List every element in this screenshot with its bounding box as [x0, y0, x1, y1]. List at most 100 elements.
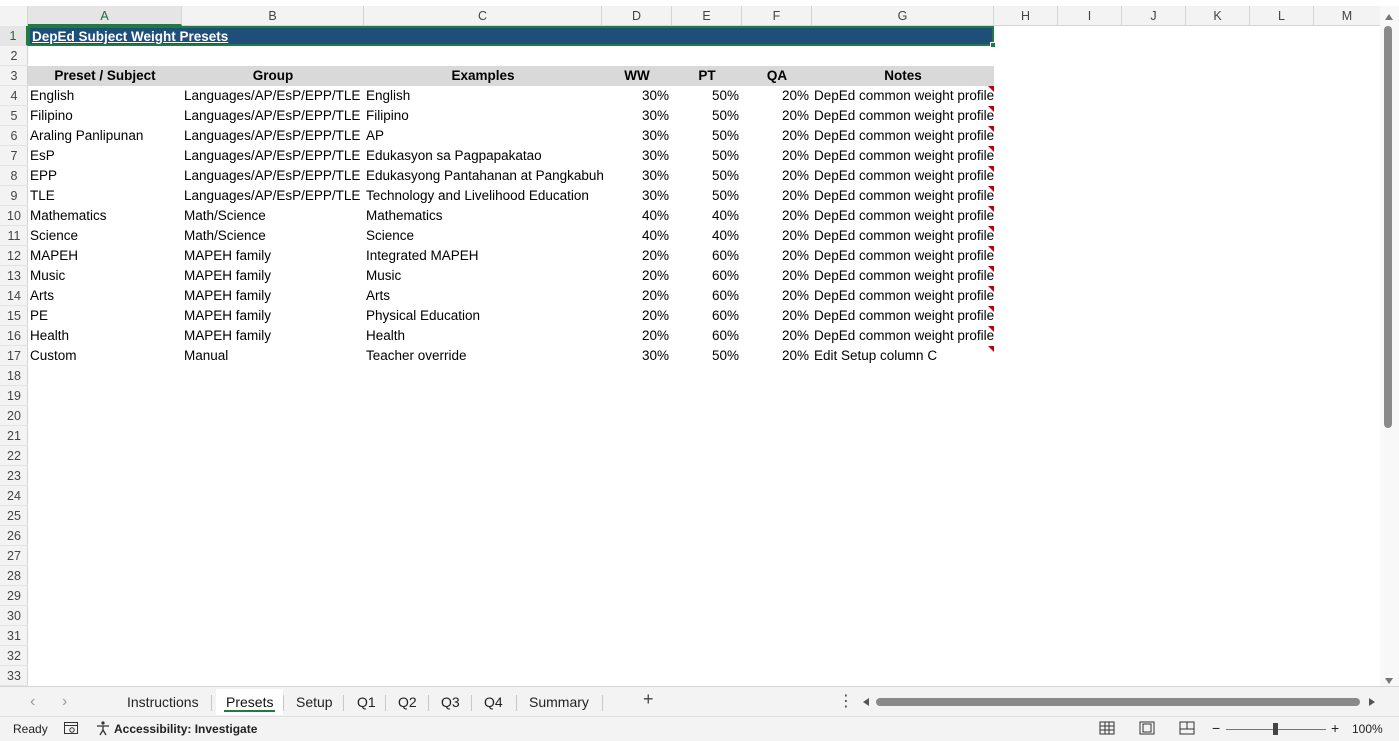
cell-pt[interactable]: 50% — [672, 146, 742, 166]
cell-pt[interactable]: 60% — [672, 246, 742, 266]
col-header-a[interactable]: A — [28, 6, 182, 26]
row-header-11[interactable]: 11 — [0, 226, 28, 246]
cell-ww[interactable]: 20% — [602, 246, 672, 266]
cell-examples[interactable]: Mathematics — [364, 206, 602, 226]
col-header-g[interactable]: G — [812, 6, 994, 26]
row-header-26[interactable]: 26 — [0, 526, 28, 546]
comment-indicator-icon[interactable] — [988, 186, 994, 192]
cell-ww[interactable]: 30% — [602, 166, 672, 186]
header-group[interactable]: Group — [182, 66, 364, 86]
cell-preset-subject[interactable]: Mathematics — [28, 206, 182, 226]
comment-indicator-icon[interactable] — [988, 226, 994, 232]
cell-preset-subject[interactable]: EPP — [28, 166, 182, 186]
col-header-m[interactable]: M — [1314, 6, 1380, 26]
cell-notes[interactable]: DepEd common weight profile — [812, 246, 994, 266]
cell-group[interactable]: Languages/AP/EsP/EPP/TLE — [182, 146, 364, 166]
header-preset-subject[interactable]: Preset / Subject — [28, 66, 182, 86]
cell-preset-subject[interactable]: MAPEH — [28, 246, 182, 266]
row-header-1[interactable]: 1 — [0, 26, 28, 46]
row-header-23[interactable]: 23 — [0, 466, 28, 486]
cell-pt[interactable]: 40% — [672, 226, 742, 246]
title-cell[interactable]: DepEd Subject Weight Presets — [28, 26, 994, 46]
cell-preset-subject[interactable]: Custom — [28, 346, 182, 366]
cell-notes[interactable]: DepEd common weight profile — [812, 166, 994, 186]
cell-group[interactable]: Languages/AP/EsP/EPP/TLE — [182, 106, 364, 126]
tab-presets[interactable]: Presets — [216, 689, 284, 715]
comment-indicator-icon[interactable] — [988, 306, 994, 312]
cell-ww[interactable]: 30% — [602, 186, 672, 206]
cell-group[interactable]: MAPEH family — [182, 246, 364, 266]
comment-indicator-icon[interactable] — [988, 126, 994, 132]
cell-pt[interactable]: 60% — [672, 306, 742, 326]
row-header-3[interactable]: 3 — [0, 66, 28, 86]
comment-indicator-icon[interactable] — [988, 166, 994, 172]
cell-notes[interactable]: DepEd common weight profile — [812, 306, 994, 326]
cell-preset-subject[interactable]: Health — [28, 326, 182, 346]
row-header-31[interactable]: 31 — [0, 626, 28, 646]
row-header-6[interactable]: 6 — [0, 126, 28, 146]
cell-preset-subject[interactable]: English — [28, 86, 182, 106]
row-header-19[interactable]: 19 — [0, 386, 28, 406]
cell-ww[interactable]: 30% — [602, 126, 672, 146]
cell-qa[interactable]: 20% — [742, 186, 812, 206]
row-header-13[interactable]: 13 — [0, 266, 28, 286]
header-notes[interactable]: Notes — [812, 66, 994, 86]
tab-q1[interactable]: Q1 — [347, 689, 386, 715]
row-header-18[interactable]: 18 — [0, 366, 28, 386]
cell-qa[interactable]: 20% — [742, 126, 812, 146]
comment-indicator-icon[interactable] — [988, 326, 994, 332]
header-ww[interactable]: WW — [602, 66, 672, 86]
comment-indicator-icon[interactable] — [988, 346, 994, 352]
cell-notes[interactable]: DepEd common weight profile — [812, 286, 994, 306]
macro-record-icon[interactable] — [63, 720, 79, 739]
page-break-view-icon[interactable] — [1179, 721, 1195, 735]
accessibility-icon[interactable] — [95, 720, 111, 739]
row-header-9[interactable]: 9 — [0, 186, 28, 206]
cell-group[interactable]: Languages/AP/EsP/EPP/TLE — [182, 186, 364, 206]
tab-q4[interactable]: Q4 — [474, 689, 513, 715]
cell-pt[interactable]: 50% — [672, 166, 742, 186]
prev-sheet-icon[interactable]: ‹ — [30, 693, 35, 711]
cell-qa[interactable]: 20% — [742, 166, 812, 186]
cell-ww[interactable]: 30% — [602, 146, 672, 166]
cell-examples[interactable]: Science — [364, 226, 602, 246]
cell-examples[interactable]: AP — [364, 126, 602, 146]
tab-q2[interactable]: Q2 — [388, 689, 427, 715]
cell-examples[interactable]: Arts — [364, 286, 602, 306]
cell-examples[interactable]: Health — [364, 326, 602, 346]
row-header-10[interactable]: 10 — [0, 206, 28, 226]
row-header-30[interactable]: 30 — [0, 606, 28, 626]
col-header-f[interactable]: F — [742, 6, 812, 26]
more-options-icon[interactable]: ⋮ — [838, 691, 854, 711]
normal-view-icon[interactable] — [1099, 721, 1115, 735]
col-header-l[interactable]: L — [1250, 6, 1314, 26]
cell-pt[interactable]: 40% — [672, 206, 742, 226]
col-header-h[interactable]: H — [994, 6, 1058, 26]
cell-group[interactable]: Manual — [182, 346, 364, 366]
cell-notes[interactable]: DepEd common weight profile — [812, 226, 994, 246]
cell-notes[interactable]: DepEd common weight profile — [812, 326, 994, 346]
cell-notes[interactable]: DepEd common weight profile — [812, 206, 994, 226]
comment-indicator-icon[interactable] — [988, 246, 994, 252]
col-header-d[interactable]: D — [602, 6, 672, 26]
cell-notes[interactable]: DepEd common weight profile — [812, 106, 994, 126]
row-header-15[interactable]: 15 — [0, 306, 28, 326]
cell-notes[interactable]: DepEd common weight profile — [812, 126, 994, 146]
cell-ww[interactable]: 20% — [602, 286, 672, 306]
cell-preset-subject[interactable]: EsP — [28, 146, 182, 166]
cell-group[interactable]: Languages/AP/EsP/EPP/TLE — [182, 126, 364, 146]
col-header-b[interactable]: B — [182, 6, 364, 26]
horizontal-scrollbar[interactable] — [860, 695, 1378, 709]
cell-examples[interactable]: Music — [364, 266, 602, 286]
col-header-j[interactable]: J — [1122, 6, 1186, 26]
row-header-21[interactable]: 21 — [0, 426, 28, 446]
cell-ww[interactable]: 20% — [602, 266, 672, 286]
vertical-scroll-thumb[interactable] — [1384, 26, 1392, 428]
comment-indicator-icon[interactable] — [988, 206, 994, 212]
cell-group[interactable]: Languages/AP/EsP/EPP/TLE — [182, 166, 364, 186]
cell-group[interactable]: MAPEH family — [182, 266, 364, 286]
tab-q3[interactable]: Q3 — [431, 689, 470, 715]
zoom-level[interactable]: 100% — [1352, 722, 1383, 736]
row-header-7[interactable]: 7 — [0, 146, 28, 166]
comment-indicator-icon[interactable] — [988, 146, 994, 152]
